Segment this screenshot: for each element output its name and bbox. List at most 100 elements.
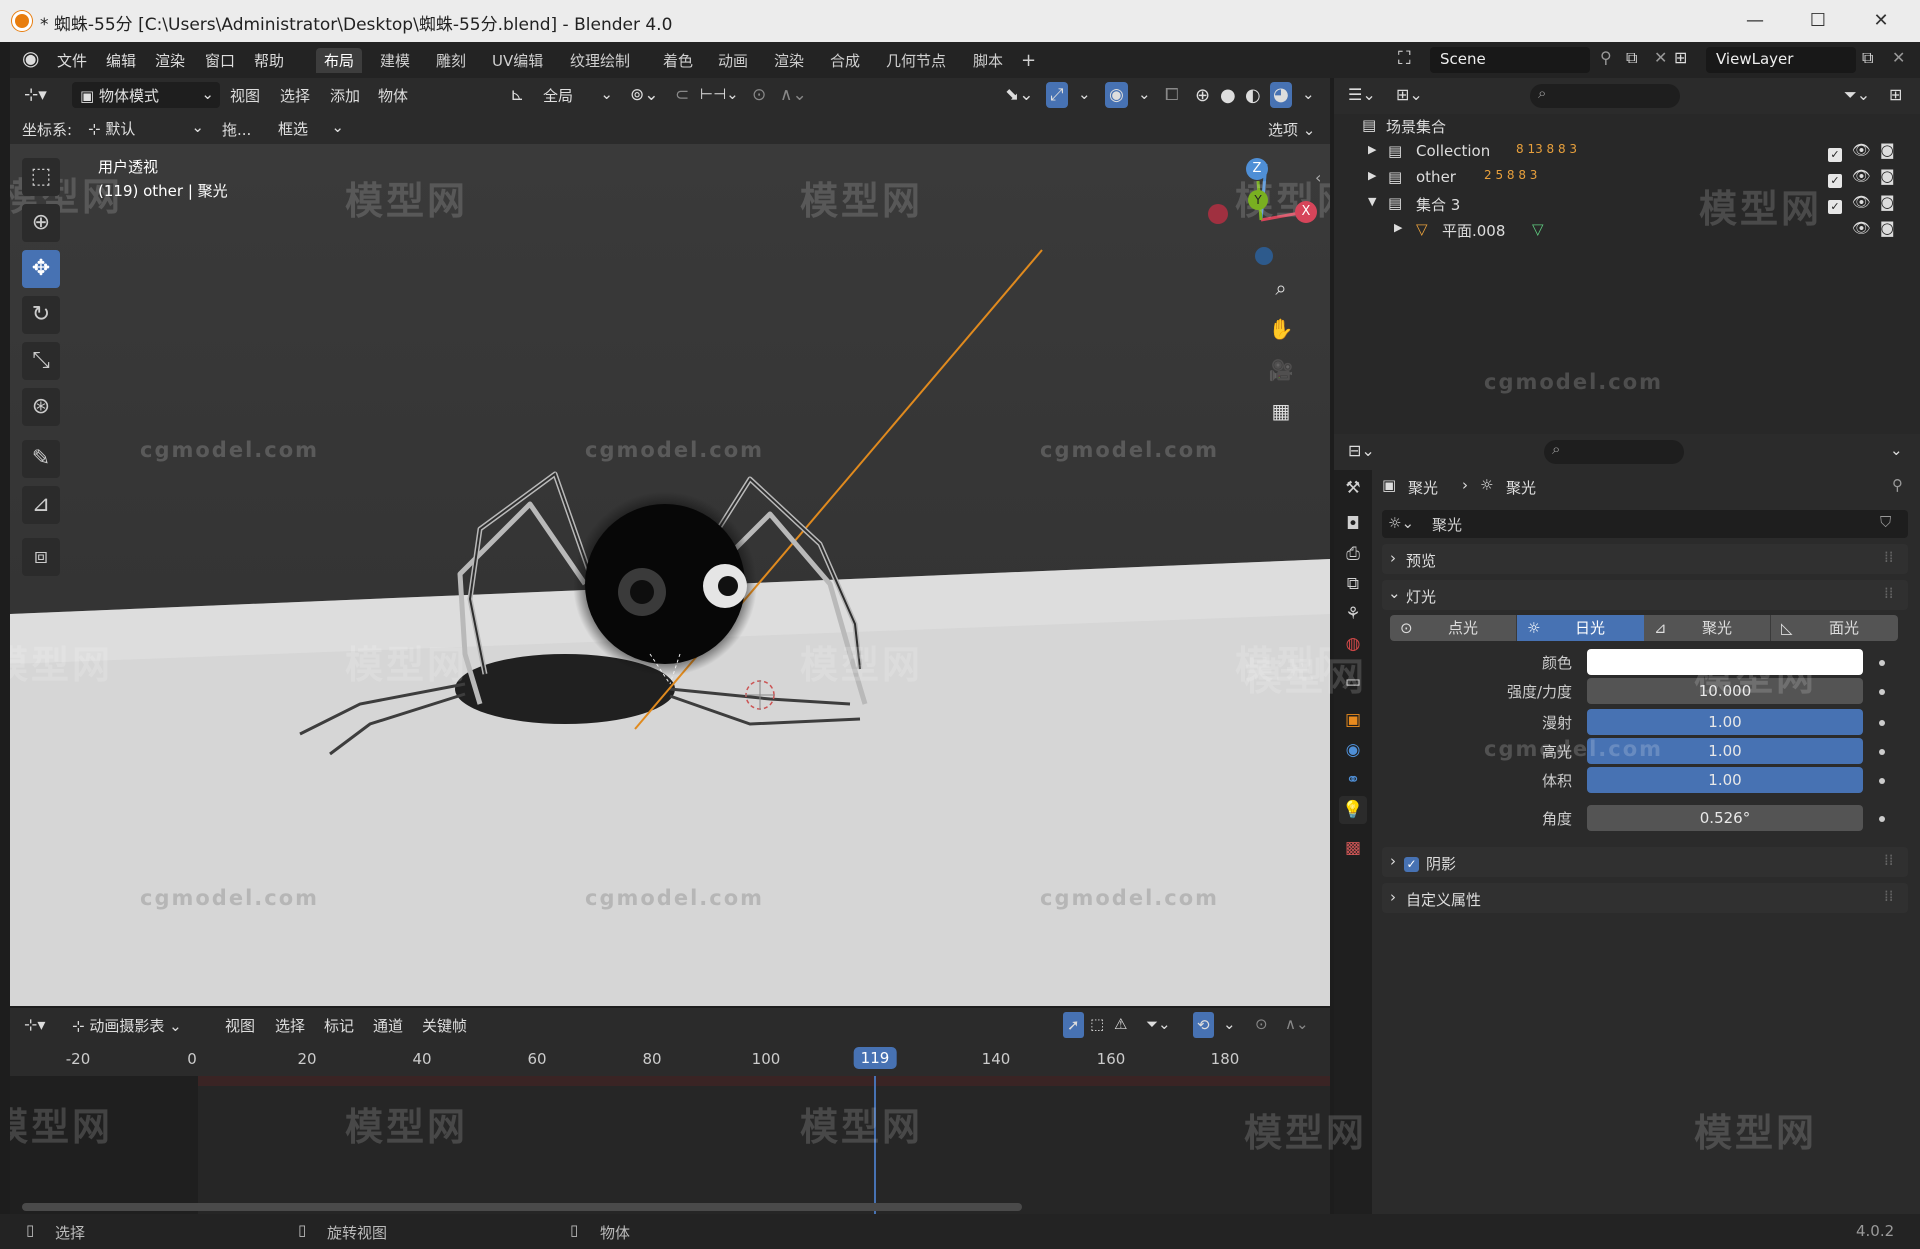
scale-tool-icon[interactable]: ⤡: [22, 342, 60, 380]
chevron-down-icon[interactable]: ⌄: [1078, 85, 1091, 103]
diffuse-slider[interactable]: 1.00: [1587, 709, 1863, 735]
pivot-point-icon[interactable]: ⊚⌄: [630, 85, 659, 105]
xray-icon[interactable]: ⧠: [1165, 85, 1179, 105]
expand-arrow-icon[interactable]: ▶: [1368, 143, 1376, 156]
menu-render[interactable]: 渲染: [155, 50, 185, 71]
tab-animation[interactable]: 动画: [710, 48, 756, 73]
expand-arrow-icon[interactable]: ▶: [1394, 221, 1402, 234]
move-tool-icon[interactable]: ✥: [22, 250, 60, 288]
chevron-down-icon[interactable]: ⌄: [1223, 1015, 1236, 1033]
tab-compositing[interactable]: 合成: [822, 48, 868, 73]
falloff-icon[interactable]: ∧⌄: [1285, 1015, 1309, 1033]
constraints-tab-icon[interactable]: ⚭: [1339, 766, 1367, 794]
exclude-checkbox[interactable]: ✓: [1828, 170, 1842, 188]
outliner-row-other[interactable]: ▶ ▤ other 2 5 8 8 3 ✓ 👁 ◙: [1334, 165, 1920, 191]
maximize-button[interactable]: ☐: [1803, 8, 1833, 34]
orientation-dropdown[interactable]: 全局 ⌄: [535, 82, 619, 108]
filter-icon[interactable]: ⏷⌄: [1844, 85, 1870, 105]
tab-layout[interactable]: 布局: [316, 48, 363, 73]
light-type-area[interactable]: ◺ 面光: [1771, 615, 1898, 641]
camera-view-icon[interactable]: 🎥: [1265, 354, 1297, 386]
view-layer-selector[interactable]: ViewLayer: [1706, 47, 1856, 73]
new-collection-icon[interactable]: ⊞: [1889, 85, 1902, 104]
light-panel-header[interactable]: ⌄ 灯光 ⁞⁞: [1382, 580, 1908, 610]
blender-menu-icon[interactable]: ◉: [22, 46, 39, 70]
proportional-icon[interactable]: ⊙: [1255, 1015, 1268, 1033]
close-button[interactable]: ✕: [1866, 8, 1896, 34]
custom-props-panel-header[interactable]: › 自定义属性 ⁞⁞: [1382, 883, 1908, 913]
drag-handle-icon[interactable]: ⁞⁞: [1884, 548, 1894, 566]
snap-icon[interactable]: ⊂: [675, 85, 689, 105]
scene-pin-icon[interactable]: ⚲: [1600, 48, 1612, 67]
properties-editor-icon[interactable]: ⊟⌄: [1348, 441, 1375, 460]
camera-icon[interactable]: ◙: [1880, 167, 1895, 185]
select-box-dropdown[interactable]: 框选 ⌄: [270, 115, 350, 141]
keyframe-dot[interactable]: [1879, 816, 1885, 822]
pin-icon[interactable]: ⚲: [1892, 476, 1903, 494]
coord-system-dropdown[interactable]: ⊹ 默认 ⌄: [80, 115, 210, 141]
light-data-tab-icon[interactable]: 💡: [1339, 796, 1367, 824]
annotate-tool-icon[interactable]: ✎: [22, 440, 60, 478]
menu-edit[interactable]: 编辑: [106, 50, 136, 71]
menu-object[interactable]: 物体: [378, 85, 408, 106]
eye-icon[interactable]: 👁: [1852, 141, 1871, 159]
drag-handle-icon[interactable]: ⁞⁞: [1884, 887, 1894, 905]
exclude-checkbox[interactable]: ✓: [1828, 196, 1842, 214]
scene-new-icon[interactable]: ⧉: [1626, 48, 1637, 68]
outliner-editor-icon[interactable]: ☰⌄: [1348, 85, 1376, 104]
light-type-spot[interactable]: ⊿ 聚光: [1644, 615, 1771, 641]
solid-shading-icon[interactable]: ●: [1220, 85, 1236, 106]
menu-select[interactable]: 选择: [280, 85, 310, 106]
output-tab-icon[interactable]: ⎙: [1339, 540, 1367, 568]
timeline-menu-view[interactable]: 视图: [225, 1015, 255, 1036]
tab-texture-paint[interactable]: 纹理绘制: [562, 48, 638, 73]
camera-icon[interactable]: ◙: [1880, 193, 1895, 211]
menu-add[interactable]: 添加: [330, 85, 360, 106]
dopesheet-mode-dropdown[interactable]: ⊹ 动画摄影表 ⌄: [72, 1015, 182, 1036]
measure-tool-icon[interactable]: ⊿: [22, 486, 60, 524]
tab-shading[interactable]: 着色: [655, 48, 701, 73]
shadow-checkbox[interactable]: ✓: [1404, 854, 1419, 872]
eye-icon[interactable]: 👁: [1852, 167, 1871, 185]
tab-rendering[interactable]: 渲染: [766, 48, 812, 73]
eye-icon[interactable]: 👁: [1852, 193, 1871, 211]
drag-handle-icon[interactable]: ⁞⁞: [1884, 851, 1894, 869]
gizmo-toggle-icon[interactable]: ⤢: [1046, 82, 1068, 108]
menu-view[interactable]: 视图: [230, 85, 260, 106]
menu-help[interactable]: 帮助: [254, 50, 284, 71]
timeline-menu-key[interactable]: 关键帧: [422, 1015, 467, 1036]
show-hidden-icon[interactable]: ⬚: [1090, 1015, 1104, 1033]
outliner-row-plane[interactable]: ▶ ▽ 平面.008 ▽ 👁 ◙: [1334, 217, 1920, 243]
scene-delete-icon[interactable]: ✕: [1654, 48, 1667, 67]
select-box-tool-icon[interactable]: ⬚: [22, 158, 60, 196]
overlay-toggle-icon[interactable]: ◉: [1105, 82, 1128, 108]
keyframe-dot[interactable]: [1879, 720, 1885, 726]
view-layer-delete-icon[interactable]: ✕: [1892, 48, 1905, 67]
sync-icon[interactable]: ⟲: [1193, 1012, 1214, 1038]
light-type-sun[interactable]: ☼ 日光: [1517, 615, 1644, 641]
transform-tool-icon[interactable]: ⊛: [22, 388, 60, 426]
view-layer-new-icon[interactable]: ⧉: [1862, 48, 1873, 68]
timeline-scrollbar[interactable]: [22, 1203, 1022, 1211]
rendered-shading-icon[interactable]: ◕: [1270, 82, 1292, 108]
object-tab-icon[interactable]: ▣: [1339, 706, 1367, 734]
collapse-arrow-icon[interactable]: ▼: [1368, 195, 1376, 208]
camera-icon[interactable]: ◙: [1880, 219, 1895, 237]
snap-target-icon[interactable]: ⊢⊣⌄: [700, 85, 739, 103]
visibility-icon[interactable]: ⬊⌄: [1005, 85, 1034, 105]
scene-selector[interactable]: Scene: [1430, 47, 1590, 73]
keyframe-dot[interactable]: [1879, 778, 1885, 784]
expand-arrow-icon[interactable]: ▶: [1368, 169, 1376, 182]
light-data-selector[interactable]: ☼⌄ 聚光 ⛉: [1382, 510, 1908, 538]
gizmo-y-axis[interactable]: Y: [1248, 190, 1268, 210]
scene-tab-icon[interactable]: ⚘: [1339, 600, 1367, 628]
only-selected-icon[interactable]: ➚: [1063, 1012, 1084, 1038]
tab-scripting[interactable]: 脚本: [965, 48, 1011, 73]
tab-geometry-nodes[interactable]: 几何节点: [878, 48, 954, 73]
current-frame-badge[interactable]: 119: [853, 1047, 897, 1069]
volume-slider[interactable]: 1.00: [1587, 767, 1863, 793]
chevron-down-icon[interactable]: ⌄: [1302, 85, 1315, 103]
proportional-edit-icon[interactable]: ⊙: [752, 85, 766, 105]
zoom-icon[interactable]: ⌕: [1265, 272, 1297, 304]
outliner-row-collection[interactable]: ▶ ▤ Collection 8 13 8 8 3 ✓ 👁 ◙: [1334, 139, 1920, 165]
